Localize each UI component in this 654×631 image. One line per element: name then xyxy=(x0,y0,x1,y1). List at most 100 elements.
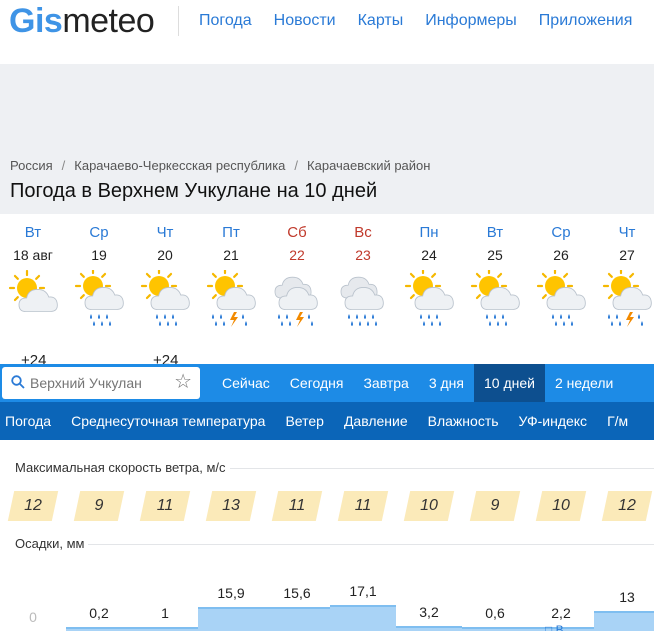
wind-speed-value: 10 xyxy=(552,497,570,514)
day-date: 22 xyxy=(289,247,305,263)
tab-period[interactable]: Завтра xyxy=(353,364,418,402)
gismeteo-logo[interactable]: Gismeteo xyxy=(9,2,155,40)
day-column[interactable]: Вс 23 xyxy=(330,224,396,330)
partly-cloudy-thunder-rain-icon xyxy=(206,270,256,327)
more-link-peek[interactable]: □ В xyxy=(545,623,564,631)
partly-cloudy-rain-icon xyxy=(536,270,586,326)
breadcrumb-russia[interactable]: Россия xyxy=(10,158,53,173)
day-column[interactable]: Вт 25 xyxy=(462,224,528,330)
wind-speed-value: 11 xyxy=(354,497,372,514)
wind-speed-value: 12 xyxy=(618,497,636,514)
wind-row: 12 9 11 13 11 11 10 9 10 12 xyxy=(0,491,654,523)
subnav-weather[interactable]: Погода xyxy=(0,402,61,440)
precip-value: 0,2 xyxy=(89,605,109,621)
tab-period[interactable]: Сегодня xyxy=(280,364,354,402)
logo-part-gis: Gis xyxy=(9,2,63,40)
subnav-humidity[interactable]: Влажность xyxy=(418,402,509,440)
precip-value: 1 xyxy=(161,605,169,621)
nav-maps[interactable]: Карты xyxy=(358,12,404,30)
tab-period[interactable]: 3 дня xyxy=(419,364,474,402)
day-of-week: Ср xyxy=(551,224,571,241)
precip-value: 0 xyxy=(29,609,37,625)
precip-chart: 0 0,2 1 15,9 15,6 17,1 3,2 0,6 2,2 13 xyxy=(0,552,654,631)
day-date: 19 xyxy=(91,247,107,263)
precip-value: 2,2 xyxy=(551,605,571,621)
day-column[interactable]: Пн 24 xyxy=(396,224,462,330)
partly-cloudy-thunder-rain-icon xyxy=(602,270,652,327)
precip-bar xyxy=(330,605,396,631)
tab-period[interactable]: 10 дней xyxy=(473,364,545,402)
nav-news[interactable]: Новости xyxy=(274,12,336,30)
day-of-week: Пн xyxy=(419,224,439,241)
day-column[interactable]: Вт 18 авг xyxy=(0,224,66,330)
subnav-avg-temp[interactable]: Среднесуточная температура xyxy=(61,402,275,440)
day-column[interactable]: Ср 19 xyxy=(66,224,132,330)
search-icon xyxy=(11,375,25,389)
divider xyxy=(66,544,654,545)
subnav-gm[interactable]: Г/м xyxy=(597,402,638,440)
location-search: ☆ xyxy=(2,367,200,399)
logo-divider xyxy=(178,6,179,36)
search-input[interactable] xyxy=(30,371,168,395)
main-nav: Погода Новости Карты Информеры Приложени… xyxy=(199,12,632,30)
wind-speed-value: 9 xyxy=(94,497,104,514)
logo-part-meteo: meteo xyxy=(62,2,155,40)
period-tabs: Сейчас Сегодня Завтра 3 дня 10 дней 2 недели xyxy=(212,364,623,402)
wind-speed-value: 12 xyxy=(24,497,42,514)
day-of-week: Пт xyxy=(222,224,240,241)
nav-informers[interactable]: Информеры xyxy=(425,12,517,30)
precip-value: 15,6 xyxy=(283,585,311,602)
cloudy-heavy-rain-icon xyxy=(340,276,384,326)
day-column[interactable]: Чт 20 xyxy=(132,224,198,330)
tab-period[interactable]: Сейчас xyxy=(212,364,280,402)
day-column[interactable]: Пт 21 xyxy=(198,224,264,330)
parameter-nav: Погода Среднесуточная температура Ветер … xyxy=(0,402,654,440)
wind-section-label: Максимальная скорость ветра, м/с xyxy=(15,460,230,475)
precip-bar xyxy=(198,606,264,631)
precip-value: 0,6 xyxy=(485,605,505,621)
day-of-week: Сб xyxy=(287,224,307,241)
day-of-week: Ср xyxy=(89,224,109,241)
wind-speed-value: 10 xyxy=(420,497,438,514)
precip-section-label: Осадки, мм xyxy=(15,536,89,551)
site-header: Gismeteo Погода Новости Карты Информеры … xyxy=(0,0,654,64)
tab-period[interactable]: 2 недели xyxy=(545,364,623,402)
day-date: 23 xyxy=(355,247,371,263)
subnav-uv-index[interactable]: УФ-индекс xyxy=(509,402,598,440)
day-of-week: Чт xyxy=(156,224,174,241)
partly-cloudy-icon xyxy=(8,270,58,312)
precip-bar xyxy=(264,607,330,631)
day-date: 24 xyxy=(421,247,437,263)
wind-speed-value: 9 xyxy=(490,497,500,514)
days-strip: Вт 18 авг Ср 19 Чт 20 Пт 21 Сб 22 Вс 23 Пн 24 В… xyxy=(0,216,654,364)
wind-speed-value: 11 xyxy=(288,497,306,514)
nav-weather[interactable]: Погода xyxy=(199,12,252,30)
day-of-week: Вс xyxy=(354,224,372,241)
partly-cloudy-rain-icon xyxy=(140,270,190,326)
favorite-star-icon[interactable]: ☆ xyxy=(174,371,192,393)
day-column[interactable]: Сб 22 xyxy=(264,224,330,330)
precip-bar xyxy=(594,611,654,631)
day-date: 26 xyxy=(553,247,569,263)
day-column[interactable]: Ср 26 xyxy=(528,224,594,330)
precip-value: 15,9 xyxy=(217,584,245,601)
breadcrumb-district[interactable]: Карачаевский район xyxy=(307,158,430,173)
day-date: 18 авг xyxy=(13,247,53,263)
breadcrumb-region[interactable]: Карачаево-Черкесская республика xyxy=(74,158,285,173)
wind-speed-value: 11 xyxy=(156,497,174,514)
precip-bar xyxy=(462,627,528,631)
day-date: 27 xyxy=(619,247,635,263)
precip-bar xyxy=(66,627,132,631)
day-date: 21 xyxy=(223,247,239,263)
subnav-pressure[interactable]: Давление xyxy=(334,402,418,440)
day-of-week: Вт xyxy=(24,224,42,241)
cloudy-thunder-rain-icon xyxy=(274,276,318,327)
precip-value: 17,1 xyxy=(349,583,377,599)
subnav-wind[interactable]: Ветер xyxy=(275,402,334,440)
day-column[interactable]: Чт 27 xyxy=(594,224,654,330)
breadcrumb: Россия / Карачаево-Черкесская республика… xyxy=(10,158,430,173)
nav-apps[interactable]: Приложения xyxy=(539,12,633,30)
precip-value: 3,2 xyxy=(419,604,439,621)
partly-cloudy-rain-icon xyxy=(404,270,454,326)
day-of-week: Чт xyxy=(618,224,636,241)
